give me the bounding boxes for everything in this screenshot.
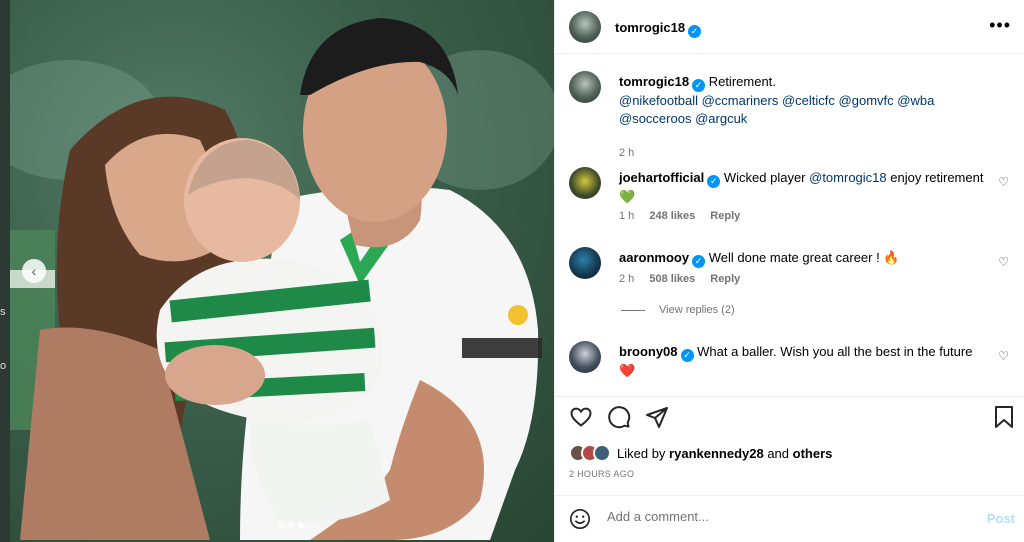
edge-text: s — [0, 306, 6, 318]
like-heart-icon[interactable] — [569, 405, 593, 434]
caption-avatar[interactable] — [569, 71, 601, 103]
post-comment-button[interactable]: Post — [987, 511, 1015, 526]
comment-time[interactable]: 1 h — [619, 210, 634, 222]
reply-button[interactable]: Reply — [710, 210, 740, 222]
caption-text: Retirement. — [708, 74, 776, 89]
comment-text: What a baller. Wish you all the best in … — [697, 344, 973, 359]
comment-input[interactable] — [607, 509, 967, 524]
author-name-row: tomrogic18 ✓ — [615, 19, 702, 38]
mention-link[interactable]: @tomrogic18 — [809, 170, 887, 185]
liked-by-prefix: Liked by — [617, 445, 670, 461]
commenter-username[interactable]: broony08 — [619, 344, 678, 359]
share-send-icon[interactable] — [645, 405, 669, 434]
green-heart-emoji: 💚 — [619, 189, 636, 204]
verified-badge-icon: ✓ — [707, 175, 721, 188]
comment-text: Wicked player — [723, 170, 810, 185]
mention-link[interactable]: @ccmariners — [702, 93, 779, 108]
comments-list: tomrogic18 ✓ Retirement. @nikefootball @c… — [555, 55, 1024, 395]
emoji-smiley-icon[interactable] — [569, 508, 591, 535]
like-comment-heart-icon[interactable]: ♡ — [998, 175, 1009, 189]
verified-badge-icon: ✓ — [692, 79, 706, 92]
comment-item: joehartofficial ✓ Wicked player @tomrogic… — [569, 167, 1009, 227]
commenter-username[interactable]: aaronmooy — [619, 250, 689, 265]
post-header: tomrogic18 ✓ ••• — [555, 0, 1024, 54]
commenter-avatar[interactable] — [569, 167, 601, 199]
save-bookmark-icon[interactable] — [993, 405, 1015, 434]
background-strip: s o — [0, 0, 10, 542]
liked-by-user[interactable]: ryankennedy28 — [669, 446, 764, 461]
comment-body: aaronmooy ✓ Well done mate great career !… — [619, 249, 999, 268]
mention-link[interactable]: @argcuk — [695, 111, 747, 126]
post-panel: tomrogic18 ✓ ••• tomrogic18 ✓ Retirement. … — [554, 0, 1024, 542]
mention-link[interactable]: @celticfc — [782, 93, 835, 108]
caption: tomrogic18 ✓ Retirement. @nikefootball @c… — [569, 71, 1009, 159]
commenter-username[interactable]: joehartofficial — [619, 170, 704, 185]
carousel-dot — [278, 522, 284, 528]
action-bar — [555, 396, 1024, 438]
author-username[interactable]: tomrogic18 — [615, 20, 685, 35]
comment-body: joehartofficial ✓ Wicked player @tomrogic… — [619, 169, 999, 206]
verified-badge-icon: ✓ — [688, 25, 702, 38]
view-replies-label: View replies (2) — [659, 304, 735, 316]
carousel-dot — [288, 522, 294, 528]
caption-meta: 2 h — [619, 147, 646, 159]
carousel-dots — [278, 522, 304, 528]
like-comment-heart-icon[interactable]: ♡ — [998, 255, 1009, 269]
caption-username[interactable]: tomrogic18 — [619, 74, 689, 89]
view-replies-line — [621, 309, 645, 311]
comment-item: broony08 ✓ What a baller. Wish you all th… — [569, 341, 1009, 391]
comment-item: aaronmooy ✓ Well done mate great career !… — [569, 247, 1009, 307]
comment-meta: 1 h 248 likes Reply — [619, 210, 752, 222]
post-timestamp[interactable]: 2 HOURS AGO — [569, 469, 634, 479]
comment-composer: Post — [555, 495, 1024, 542]
photo-illustration — [10, 0, 554, 542]
mention-link[interactable]: @wba — [897, 93, 934, 108]
red-heart-emoji: ❤️ — [619, 363, 636, 378]
comment-text: Well done mate great career ! 🔥 — [708, 250, 900, 265]
caption-body: tomrogic18 ✓ Retirement. @nikefootball @c… — [619, 73, 999, 128]
verified-badge-icon: ✓ — [692, 255, 706, 268]
post-photo: ‹ — [10, 0, 554, 542]
comment-likes[interactable]: 248 likes — [649, 210, 695, 222]
caption-time[interactable]: 2 h — [619, 147, 634, 159]
comment-body: broony08 ✓ What a baller. Wish you all th… — [619, 343, 999, 380]
liked-by-mid: and — [763, 445, 793, 461]
mention-link[interactable]: @nikefootball — [619, 93, 698, 108]
like-comment-heart-icon[interactable]: ♡ — [998, 349, 1009, 363]
verified-badge-icon: ✓ — [680, 349, 694, 362]
carousel-prev-button[interactable]: ‹ — [22, 259, 46, 283]
comment-meta: 2 h 508 likes Reply — [619, 273, 752, 285]
liked-by-others[interactable]: others — [793, 446, 833, 461]
liked-by-text: Liked by ryankennedy28 and others — [617, 446, 832, 461]
comment-text: enjoy retirement — [886, 170, 984, 185]
liked-by-row: Liked by ryankennedy28 and others — [569, 444, 832, 462]
mention-link[interactable]: @socceroos — [619, 111, 691, 126]
liker-avatar[interactable] — [593, 444, 611, 462]
comment-likes[interactable]: 508 likes — [649, 273, 695, 285]
more-options-icon[interactable]: ••• — [989, 16, 1011, 34]
commenter-avatar[interactable] — [569, 341, 601, 373]
comment-time[interactable]: 2 h — [619, 273, 634, 285]
edge-text: o — [0, 360, 7, 372]
view-replies-button[interactable]: View replies (2) — [621, 304, 735, 316]
author-avatar[interactable] — [569, 11, 601, 43]
mention-link[interactable]: @gomvfc — [839, 93, 894, 108]
reply-button[interactable]: Reply — [710, 273, 740, 285]
comment-bubble-icon[interactable] — [607, 405, 631, 434]
carousel-dot-active — [298, 522, 304, 528]
commenter-avatar[interactable] — [569, 247, 601, 279]
